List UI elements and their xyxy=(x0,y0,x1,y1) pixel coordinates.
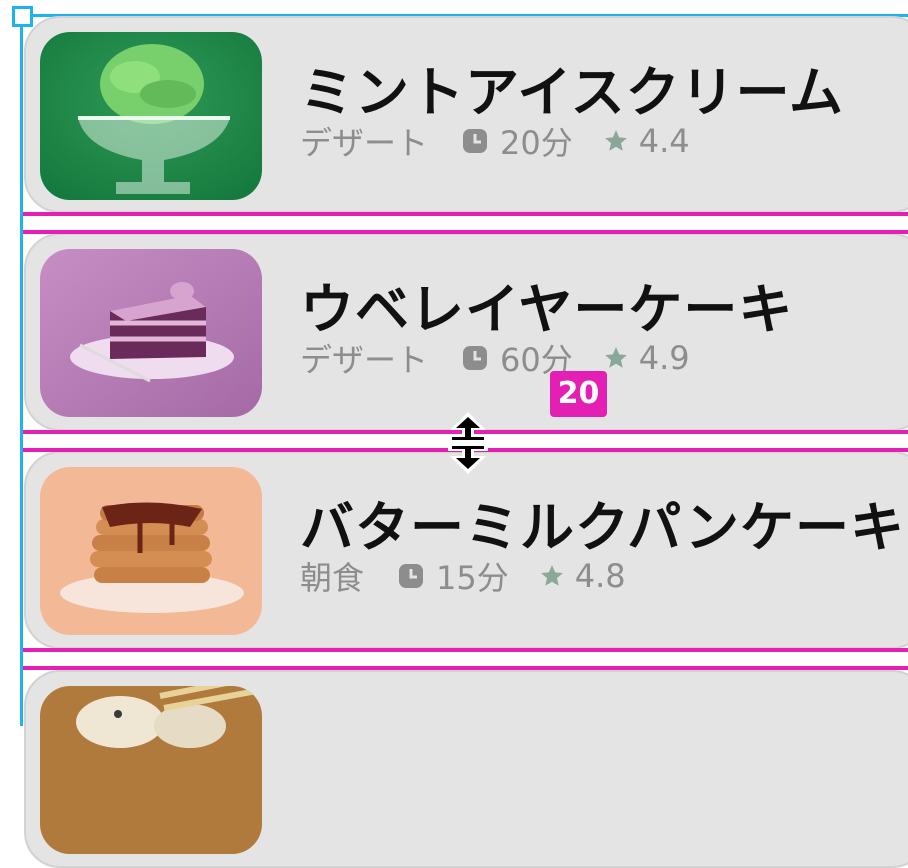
clock-icon xyxy=(463,346,488,370)
recipe-time: 20分 xyxy=(500,124,573,162)
recipe-image-dumplings xyxy=(40,686,262,854)
recipe-meta: 朝食 15分 4.8 xyxy=(300,553,626,599)
recipe-card[interactable]: バターミルクパンケーキ 朝食 15分 4.8 xyxy=(24,451,908,649)
resize-vertical-cursor-icon[interactable] xyxy=(440,410,496,476)
star-icon xyxy=(604,347,627,368)
recipe-category: デザート xyxy=(300,124,429,162)
recipe-category: 朝食 xyxy=(300,559,365,597)
recipe-card[interactable] xyxy=(24,670,908,868)
spacing-value-badge: 20 xyxy=(550,371,607,417)
star-icon xyxy=(604,130,627,151)
recipe-meta: デザート 20分 4.4 xyxy=(300,118,690,164)
clock-icon xyxy=(463,129,488,153)
recipe-image-mint-ice-cream xyxy=(40,32,262,200)
recipe-title: ウベレイヤーケーキ xyxy=(300,278,794,341)
spacing-guide-line xyxy=(23,230,908,234)
recipe-rating: 4.9 xyxy=(638,339,690,377)
spacing-guide-line xyxy=(23,212,908,216)
recipe-title: バターミルクパンケーキ xyxy=(300,496,905,559)
spacing-guide-line xyxy=(23,666,908,670)
recipe-category: デザート xyxy=(300,341,429,379)
selection-frame-left xyxy=(20,14,23,726)
recipe-image-ube-layer-cake xyxy=(40,249,262,417)
spacing-guide-line xyxy=(23,648,908,652)
recipe-title: ミントアイスクリーム xyxy=(300,61,845,124)
recipe-meta: デザート 60分 4.9 xyxy=(300,335,690,381)
recipe-image-buttermilk-pancakes xyxy=(40,467,262,635)
recipe-time: 15分 xyxy=(436,559,509,597)
recipe-rating: 4.8 xyxy=(574,557,626,595)
clock-icon xyxy=(399,564,424,588)
recipe-rating: 4.4 xyxy=(638,122,690,160)
selection-handle[interactable] xyxy=(12,6,33,27)
recipe-card[interactable]: ウベレイヤーケーキ デザート 60分 4.9 xyxy=(24,233,908,431)
recipe-card[interactable]: ミントアイスクリーム デザート 20分 4.4 xyxy=(24,16,908,213)
star-icon xyxy=(540,565,563,586)
